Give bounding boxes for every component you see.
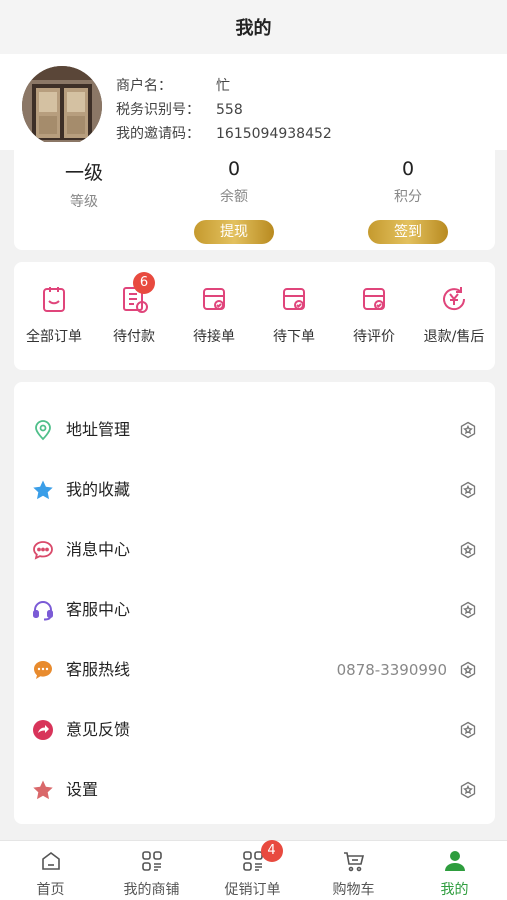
box-check-icon [279,284,309,314]
chevron-right-icon [459,481,477,499]
menu-item-label: 地址管理 [66,420,131,439]
promo-order-icon: 4 [241,840,283,873]
points-stat[interactable]: 0 积分 [338,158,478,206]
menu-item-label: 客服热线 [66,660,131,679]
chevron-right-icon [459,781,477,799]
menu-item-favorites[interactable]: 我的收藏 [14,460,495,520]
order-pending-place-label: 待下单 [273,329,315,345]
menu-item-messages[interactable]: 消息中心 [14,520,495,580]
refund-icon [439,284,469,314]
headset-icon [32,599,54,621]
chevron-right-icon [459,661,477,679]
settings-star-icon [32,779,54,801]
merchant-name-value: 忙 [216,78,230,94]
tab-cart[interactable]: 购物车 [303,849,404,899]
hotline-icon [32,659,54,681]
tab-label: 我的 [440,882,469,898]
account-stats: 一级 等级 0 余额 0 积分 提现 签到 [14,142,495,250]
order-status-panel: 全部订单 6 待付款 待接单 待下单 待评价 退款/售后 [14,262,495,370]
menu-item-label: 我的收藏 [66,480,131,499]
order-pending-payment[interactable]: 6 待付款 [94,272,174,346]
star-icon [32,479,54,501]
tab-label: 首页 [36,882,65,898]
tab-home[interactable]: 首页 [0,849,101,899]
location-pin-icon [32,419,54,441]
merchant-name-label: 商户名： [116,78,172,94]
balance-value: 0 [227,158,241,180]
order-pending-review[interactable]: 待评价 [334,284,414,346]
tax-id-value: 558 [216,102,243,118]
points-value: 0 [401,158,415,180]
menu-item-label: 客服中心 [66,600,131,619]
points-label: 积分 [394,189,422,205]
payment-badge: 6 [133,272,155,294]
settings-menu: 地址管理 我的收藏 消息中心 客服中心 客服热线 0878-3390990 意见… [14,382,495,824]
order-pending-accept[interactable]: 待接单 [174,284,254,346]
user-icon [443,849,467,873]
chevron-right-icon [459,721,477,739]
tab-label: 促销订单 [224,882,281,898]
tab-label: 购物车 [332,882,375,898]
tab-my-store[interactable]: 我的商铺 [101,849,202,899]
level-stat: 一级 等级 [14,158,154,211]
menu-item-label: 设置 [66,780,99,799]
top-bar: 我的 [0,0,507,54]
menu-item-feedback[interactable]: 意见反馈 [14,700,495,760]
bottom-tab-bar: 首页 我的商铺 4 促销订单 购物车 我的 [0,840,507,900]
tab-promo-orders[interactable]: 4 促销订单 [202,840,303,899]
menu-item-settings[interactable]: 设置 [14,760,495,820]
menu-item-service-center[interactable]: 客服中心 [14,580,495,640]
order-pending-review-label: 待评价 [353,329,395,345]
order-refund[interactable]: 退款/售后 [414,284,494,346]
order-pending-payment-label: 待付款 [113,329,155,345]
chevron-right-icon [459,421,477,439]
level-value: 一级 [64,162,103,184]
balance-stat[interactable]: 0 余额 [164,158,304,206]
box-check-icon [359,284,389,314]
order-all-label: 全部订单 [26,329,82,345]
merchant-info: 商户名：忙 税务识别号： 558 我的邀请码： 1615094938452 [116,74,332,146]
balance-label: 余额 [220,189,248,205]
chevron-right-icon [459,601,477,619]
hotline-number[interactable]: 0878-3390990 [337,659,447,681]
feedback-icon [32,719,54,741]
order-pending-accept-label: 待接单 [193,329,235,345]
chat-bubble-icon [32,539,54,561]
menu-item-label: 意见反馈 [66,720,131,739]
tax-id-label: 税务识别号： [116,102,200,118]
order-all[interactable]: 全部订单 [14,284,94,346]
order-refund-label: 退款/售后 [423,329,485,345]
payment-icon: 6 [119,272,155,314]
order-pending-place[interactable]: 待下单 [254,284,334,346]
page-title: 我的 [235,18,272,39]
chevron-right-icon [459,541,477,559]
clipboard-icon [39,284,69,314]
promo-orders-badge: 4 [260,840,283,862]
profile-card: 商户名：忙 税务识别号： 558 我的邀请码： 1615094938452 [0,54,507,150]
avatar[interactable] [22,66,102,146]
cart-icon [342,849,366,873]
tab-mine[interactable]: 我的 [404,849,505,899]
store-grid-icon [140,849,164,873]
menu-item-address[interactable]: 地址管理 [14,400,495,460]
level-label: 等级 [70,194,98,210]
menu-item-label: 消息中心 [66,540,131,559]
tab-label: 我的商铺 [123,882,180,898]
box-check-icon [199,284,229,314]
menu-item-hotline[interactable]: 客服热线 0878-3390990 [14,640,495,700]
checkin-button[interactable]: 签到 [368,220,448,244]
home-icon [39,849,63,873]
withdraw-button[interactable]: 提现 [194,220,274,244]
